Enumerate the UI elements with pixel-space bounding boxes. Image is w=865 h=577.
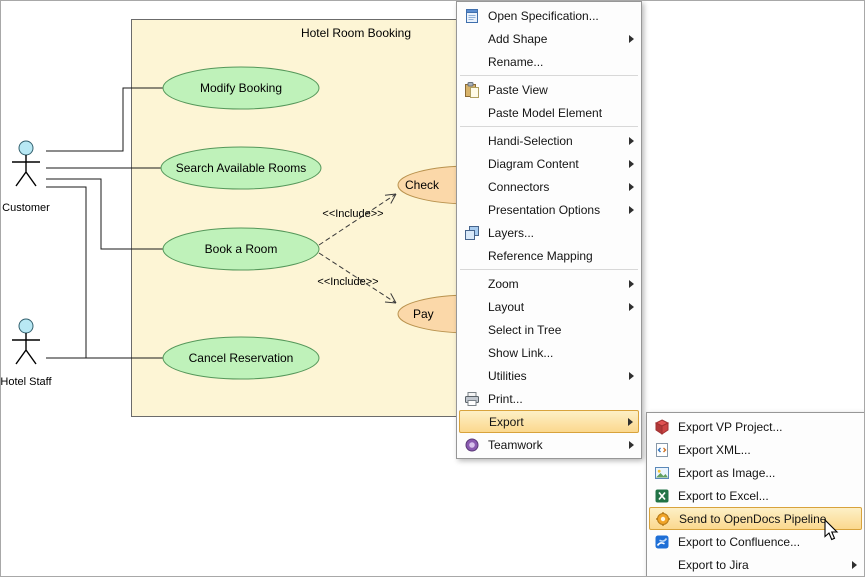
menu-item-export-as-image[interactable]: Export as Image... (647, 461, 864, 484)
use-case-label: Cancel Reservation (189, 351, 294, 365)
application-canvas: Hotel Room Booking <<Include>> <<Include… (0, 0, 865, 577)
submenu-arrow-icon (852, 561, 857, 569)
menu-item-print[interactable]: Print... (457, 387, 641, 410)
menu-item-label: Paste Model Element (484, 106, 636, 120)
use-case-label: Check (405, 178, 440, 192)
actor-head-icon (19, 319, 33, 333)
menu-item-label: Layout (484, 300, 629, 314)
menu-item-label: Export VP Project... (674, 420, 859, 434)
menu-item-label: Open Specification... (484, 9, 636, 23)
use-case-search-available-rooms: Search Available Rooms (161, 147, 321, 189)
menu-item-label: Diagram Content (484, 157, 629, 171)
menu-item-label: Utilities (484, 369, 629, 383)
menu-item-label: Reference Mapping (484, 249, 636, 263)
mouse-cursor-icon (824, 519, 840, 542)
export-submenu: Export VP Project... Export XML... Export … (646, 412, 865, 577)
menu-item-open-specification[interactable]: Open Specification... (457, 4, 641, 27)
menu-item-paste-model-element[interactable]: Paste Model Element (457, 101, 641, 124)
submenu-arrow-icon (629, 160, 634, 168)
submenu-arrow-icon (628, 418, 633, 426)
include-label: <<Include>> (322, 208, 383, 220)
menu-item-add-shape[interactable]: Add Shape (457, 27, 641, 50)
menu-item-show-link[interactable]: Show Link... (457, 341, 641, 364)
menu-item-label: Handi-Selection (484, 134, 629, 148)
image-icon (650, 465, 674, 481)
menu-item-label: Zoom (484, 277, 629, 291)
menu-item-zoom[interactable]: Zoom (457, 272, 641, 295)
menu-item-export-to-excel[interactable]: Export to Excel... (647, 484, 864, 507)
vp-project-icon (650, 419, 674, 435)
actor-label: Customer (2, 202, 50, 214)
menu-item-export-to-jira[interactable]: Export to Jira (647, 553, 864, 576)
confluence-icon (650, 534, 674, 550)
actor-body-icon (12, 333, 40, 364)
menu-item-label: Export to Excel... (674, 489, 859, 503)
menu-item-label: Teamwork (484, 438, 629, 452)
menu-item-reference-mapping[interactable]: Reference Mapping (457, 244, 641, 267)
layers-icon (460, 225, 484, 241)
printer-icon (460, 391, 484, 407)
opendocs-icon (651, 511, 675, 527)
menu-item-diagram-content[interactable]: Diagram Content (457, 152, 641, 175)
xml-icon (650, 442, 674, 458)
menu-item-paste-view[interactable]: Paste View (457, 78, 641, 101)
menu-item-label: Add Shape (484, 32, 629, 46)
teamwork-icon (460, 437, 484, 453)
menu-item-label: Rename... (484, 55, 636, 69)
menu-separator (460, 126, 638, 127)
actor-head-icon (19, 141, 33, 155)
actor-label: Hotel Staff (1, 376, 53, 388)
include-label: <<Include>> (317, 276, 378, 288)
actor-customer[interactable]: Customer (2, 141, 50, 214)
menu-item-label: Print... (484, 392, 636, 406)
system-boundary-title: Hotel Room Booking (301, 26, 411, 40)
submenu-arrow-icon (629, 303, 634, 311)
menu-item-label: Show Link... (484, 346, 636, 360)
use-case-label: Book a Room (205, 242, 278, 256)
menu-item-presentation-options[interactable]: Presentation Options (457, 198, 641, 221)
menu-item-teamwork[interactable]: Teamwork (457, 433, 641, 456)
paste-icon (460, 82, 484, 98)
menu-item-layout[interactable]: Layout (457, 295, 641, 318)
menu-item-label: Connectors (484, 180, 629, 194)
menu-item-label: Export XML... (674, 443, 859, 457)
menu-item-label: Export as Image... (674, 466, 859, 480)
submenu-arrow-icon (629, 137, 634, 145)
menu-separator (460, 75, 638, 76)
menu-item-rename[interactable]: Rename... (457, 50, 641, 73)
menu-item-label: Presentation Options (484, 203, 629, 217)
submenu-arrow-icon (629, 280, 634, 288)
menu-separator (460, 269, 638, 270)
menu-item-utilities[interactable]: Utilities (457, 364, 641, 387)
menu-item-export-xml[interactable]: Export XML... (647, 438, 864, 461)
menu-item-label: Select in Tree (484, 323, 636, 337)
context-menu: Open Specification... Add Shape Rename... P… (456, 1, 642, 459)
submenu-arrow-icon (629, 183, 634, 191)
excel-icon (650, 488, 674, 504)
menu-item-label: Export (485, 415, 628, 429)
submenu-arrow-icon (629, 441, 634, 449)
menu-item-handi-selection[interactable]: Handi-Selection (457, 129, 641, 152)
submenu-arrow-icon (629, 35, 634, 43)
use-case-label: Pay (413, 307, 434, 321)
use-case-label: Modify Booking (200, 81, 282, 95)
menu-item-label: Paste View (484, 83, 636, 97)
menu-item-export-vp-project[interactable]: Export VP Project... (647, 415, 864, 438)
submenu-arrow-icon (629, 206, 634, 214)
use-case-modify-booking: Modify Booking (163, 67, 319, 109)
submenu-arrow-icon (629, 372, 634, 380)
menu-item-select-in-tree[interactable]: Select in Tree (457, 318, 641, 341)
menu-item-connectors[interactable]: Connectors (457, 175, 641, 198)
menu-item-label: Export to Jira (674, 558, 852, 572)
actor-hotel-staff[interactable]: Hotel Staff (1, 319, 53, 388)
specification-icon (460, 8, 484, 24)
use-case-book-a-room: Book a Room (163, 228, 319, 270)
use-case-cancel-reservation: Cancel Reservation (163, 337, 319, 379)
menu-item-layers[interactable]: Layers... (457, 221, 641, 244)
menu-item-label: Layers... (484, 226, 636, 240)
use-case-label: Search Available Rooms (176, 161, 307, 175)
menu-item-export[interactable]: Export (459, 410, 639, 433)
actor-body-icon (12, 155, 40, 186)
